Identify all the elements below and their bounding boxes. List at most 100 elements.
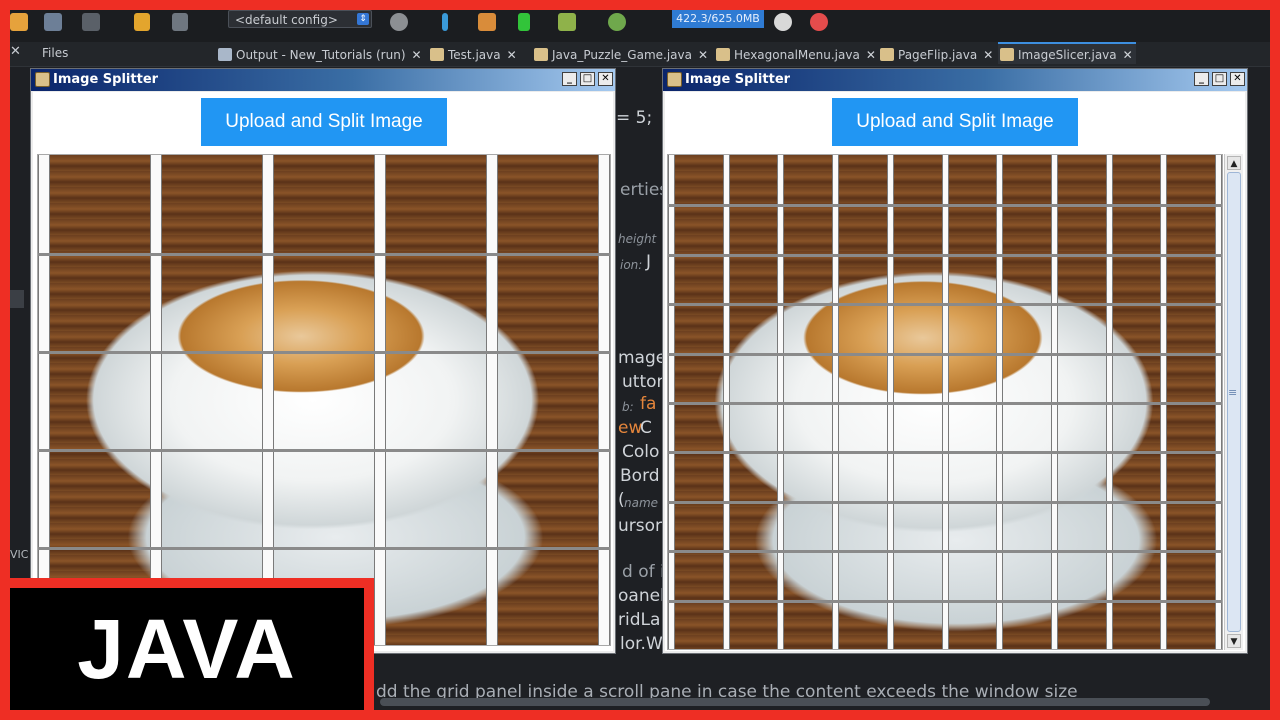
vertical-scrollbar[interactable]: ▲ ≡ ▼	[1224, 154, 1243, 650]
grid-gap-horizontal	[668, 550, 1222, 553]
java-file-icon	[1000, 48, 1014, 61]
code-line: mage	[618, 348, 667, 368]
close-icon[interactable]: ✕	[866, 48, 876, 62]
tab-java-puzzle-game[interactable]: Java_Puzzle_Game.java ✕	[532, 44, 708, 66]
close-icon[interactable]: ✕	[983, 48, 993, 62]
config-select[interactable]: <default config> ⇕	[228, 10, 372, 28]
editor-tab-bar: ✕ Files Output - New_Tutorials (run) ✕ Te…	[10, 42, 1270, 67]
stop-profile-icon[interactable]	[810, 13, 828, 31]
code-line: ridLa	[618, 610, 661, 630]
window-titlebar[interactable]: Image Splitter _ □ ✕	[663, 69, 1247, 91]
tab-page-flip[interactable]: PageFlip.java ✕	[878, 44, 993, 66]
java-file-icon	[716, 48, 730, 61]
config-dropdown-icon[interactable]: ⇕	[357, 13, 369, 25]
grid-gap-vertical	[150, 155, 162, 645]
window-content: Upload and Split Image	[33, 92, 613, 651]
build-icon[interactable]	[390, 13, 408, 31]
info-icon[interactable]	[442, 13, 448, 31]
code-line: VIC	[10, 548, 29, 561]
java-app-icon	[667, 72, 682, 87]
upload-split-button[interactable]: Upload and Split Image	[832, 98, 1078, 146]
code-line: ion:	[620, 258, 643, 272]
grid-gap-vertical	[38, 155, 50, 645]
window-title: Image Splitter	[53, 72, 159, 87]
profile-icon[interactable]	[608, 13, 626, 31]
tab-label: HexagonalMenu.java	[734, 48, 860, 62]
java-badge: JAVA	[0, 578, 374, 720]
folder-icon[interactable]	[10, 13, 28, 31]
open-project-icon[interactable]	[44, 13, 62, 31]
maximize-button[interactable]: □	[580, 72, 595, 86]
close-files-icon[interactable]: ✕	[10, 44, 21, 59]
grid-gap-vertical	[374, 155, 386, 645]
grid-gap-vertical	[262, 155, 274, 645]
files-panel-label[interactable]: Files	[42, 46, 68, 60]
tab-label: Java_Puzzle_Game.java	[552, 48, 692, 62]
left-gutter-marker	[10, 290, 24, 308]
scroll-down-icon[interactable]: ▼	[1227, 634, 1241, 648]
java-file-icon	[880, 48, 894, 61]
grid-gap-horizontal	[38, 253, 610, 256]
gc-icon[interactable]	[774, 13, 792, 31]
code-line: b:	[622, 400, 634, 414]
close-icon[interactable]: ✕	[698, 48, 708, 62]
grid-gap-horizontal	[668, 600, 1222, 603]
ide-toolbar: <default config> ⇕ 422.3/625.0MB	[10, 10, 1270, 42]
close-icon[interactable]: ✕	[1123, 48, 1133, 62]
window-titlebar[interactable]: Image Splitter _ □ ✕	[31, 69, 615, 91]
grid-gap-horizontal	[38, 547, 610, 550]
grid-gap-vertical	[486, 155, 498, 645]
code-line: = 5;	[616, 108, 653, 128]
run-icon[interactable]	[518, 13, 530, 31]
scroll-grip-icon: ≡	[1228, 386, 1238, 399]
tab-image-slicer[interactable]: ImageSlicer.java ✕	[998, 42, 1136, 64]
code-line: J	[646, 252, 652, 272]
tab-label: ImageSlicer.java	[1018, 48, 1117, 62]
grid-gap-horizontal	[38, 449, 610, 452]
grid-gap-horizontal	[668, 303, 1222, 306]
code-line: lor.W	[620, 634, 663, 654]
tab-test-java[interactable]: Test.java ✕	[428, 44, 517, 66]
code-line: C	[640, 418, 652, 438]
code-line: height	[618, 232, 657, 246]
upload-split-button[interactable]: Upload and Split Image	[201, 98, 447, 146]
tab-output[interactable]: Output - New_Tutorials (run) ✕	[216, 44, 422, 66]
code-line: Colo	[622, 442, 660, 462]
window-title: Image Splitter	[685, 72, 791, 87]
grid-gap-horizontal	[668, 402, 1222, 405]
save-all-icon[interactable]	[82, 13, 100, 31]
close-button[interactable]: ✕	[598, 72, 613, 86]
redo-icon[interactable]	[172, 13, 188, 31]
java-badge-text: JAVA	[10, 588, 364, 710]
minimize-button[interactable]: _	[1194, 72, 1209, 86]
code-line: ursor	[618, 516, 663, 536]
window-content: Upload and Split Image ▲ ≡ ▼	[665, 92, 1245, 651]
minimize-button[interactable]: _	[562, 72, 577, 86]
config-select-value: <default config>	[235, 13, 338, 27]
close-icon[interactable]: ✕	[507, 48, 517, 62]
code-line: erties	[620, 180, 669, 200]
code-line: utton	[622, 372, 668, 392]
editor-horizontal-scrollbar[interactable]	[380, 698, 1210, 706]
output-icon	[218, 48, 232, 61]
image-splitter-window-1: Image Splitter _ □ ✕ Upload and Split Im…	[30, 68, 616, 654]
code-line: d of i	[622, 562, 665, 582]
split-image-grid	[37, 154, 611, 646]
grid-gap-horizontal	[668, 254, 1222, 257]
close-icon[interactable]: ✕	[412, 48, 422, 62]
code-line: ew	[618, 418, 643, 438]
clean-build-icon[interactable]	[478, 13, 496, 31]
tab-label: PageFlip.java	[898, 48, 978, 62]
code-line: Bord	[620, 466, 660, 486]
close-button[interactable]: ✕	[1230, 72, 1245, 86]
grid-gap-horizontal	[668, 353, 1222, 356]
scroll-thumb[interactable]	[1227, 172, 1241, 632]
undo-icon[interactable]	[134, 13, 150, 31]
code-line: oanel	[618, 586, 665, 606]
scroll-up-icon[interactable]: ▲	[1227, 156, 1241, 170]
maximize-button[interactable]: □	[1212, 72, 1227, 86]
tab-hexagonal-menu[interactable]: HexagonalMenu.java ✕	[714, 44, 876, 66]
java-file-icon	[430, 48, 444, 61]
debug-icon[interactable]	[558, 13, 576, 31]
memory-indicator[interactable]: 422.3/625.0MB	[672, 10, 764, 28]
